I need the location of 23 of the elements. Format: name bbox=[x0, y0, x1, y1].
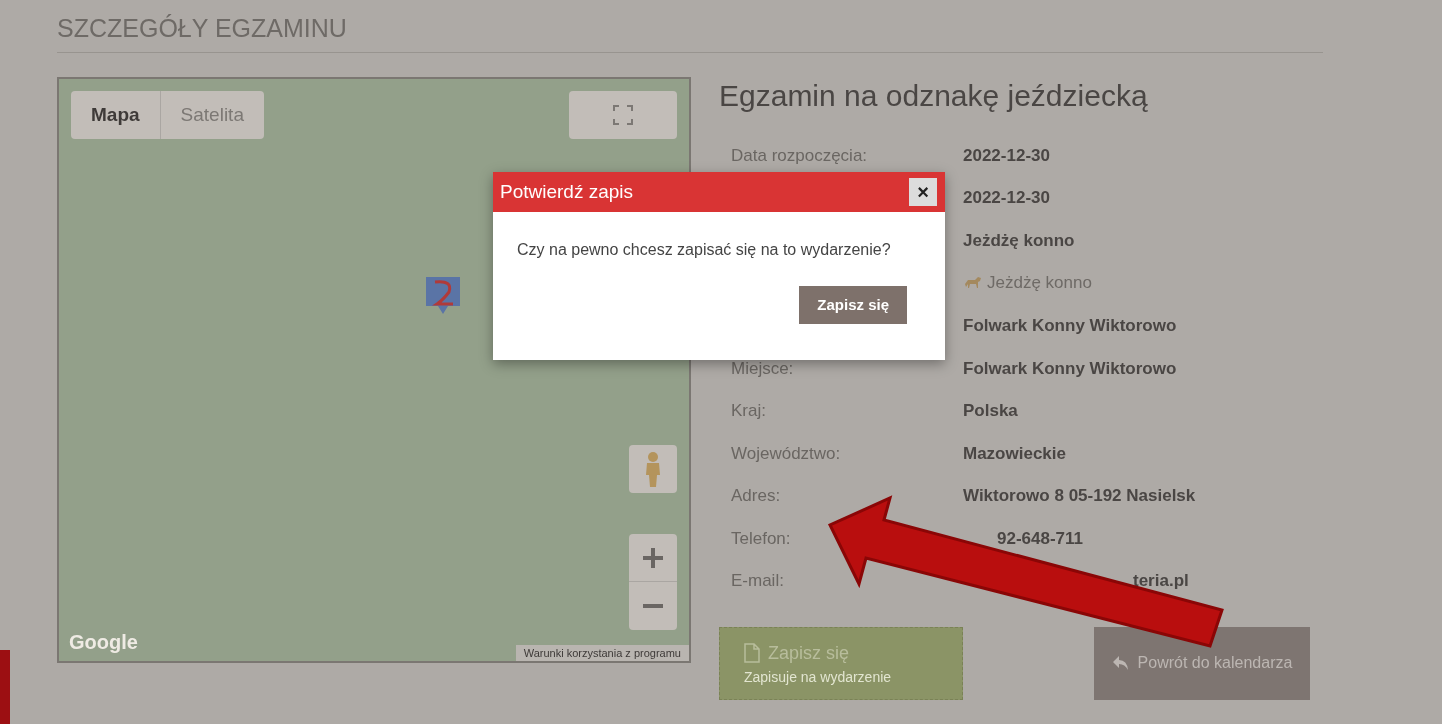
detail-label: Kraj: bbox=[731, 401, 766, 421]
dialog-title: Potwierdź zapis bbox=[500, 179, 634, 204]
detail-value: Folwark Konny Wiktorowo bbox=[963, 314, 1177, 337]
section-title: SZCZEGÓŁY EGZAMINU bbox=[57, 13, 348, 44]
detail-value: Jeżdżę konno bbox=[963, 229, 1075, 252]
map-logo: Google bbox=[69, 630, 138, 655]
register-subtitle: Zapisuje na wydarzenie bbox=[744, 667, 893, 687]
detail-value: 2022-12-30 bbox=[963, 144, 1050, 167]
category-text: Jeżdżę konno bbox=[987, 272, 1092, 295]
event-title: Egzamin na odznakę jeździecką bbox=[719, 78, 1149, 114]
detail-label: Telefon: bbox=[731, 528, 791, 548]
detail-label: Miejsce: bbox=[731, 358, 794, 378]
detail-label: Adres: bbox=[731, 486, 781, 506]
detail-label: Data rozpoczęcia: bbox=[731, 145, 868, 165]
detail-value: Mazowieckie bbox=[963, 442, 1066, 465]
detail-value: teria.pl bbox=[1133, 570, 1189, 593]
detail-value: 2022-12-30 bbox=[963, 187, 1050, 210]
detail-value: Polska bbox=[963, 400, 1018, 423]
detail-label: Województwo: bbox=[731, 443, 841, 463]
detail-value: 92-648-711 bbox=[997, 527, 1084, 550]
detail-value: Wiktorowo 8 05-192 Nasielsk bbox=[963, 485, 1196, 508]
detail-value: Folwark Konny Wiktorowo bbox=[963, 357, 1177, 380]
detail-label: E-mail: bbox=[731, 571, 784, 591]
